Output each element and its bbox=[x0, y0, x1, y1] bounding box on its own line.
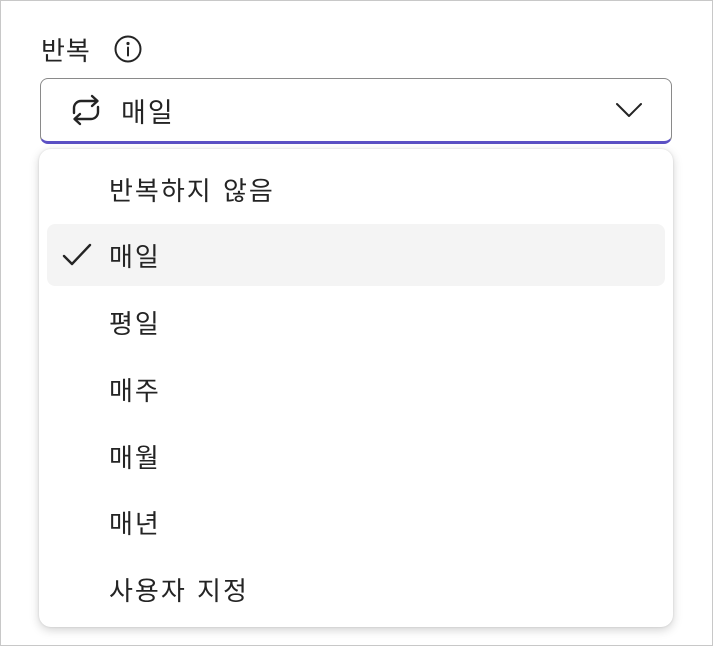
option-no-repeat[interactable]: 반복하지 않음 bbox=[47, 158, 665, 220]
option-label: 매월 bbox=[109, 444, 161, 474]
checkmark-icon bbox=[61, 241, 93, 269]
option-daily[interactable]: 매일 bbox=[47, 224, 665, 286]
option-custom[interactable]: 사용자 지정 bbox=[47, 558, 665, 620]
option-monthly[interactable]: 매월 bbox=[47, 425, 665, 487]
option-yearly[interactable]: 매년 bbox=[47, 491, 665, 553]
dropdown-selected-value: 매일 bbox=[121, 98, 175, 129]
option-label: 매일 bbox=[109, 243, 161, 273]
option-weekly[interactable]: 매주 bbox=[47, 358, 665, 420]
option-label: 사용자 지정 bbox=[109, 577, 249, 607]
info-icon[interactable] bbox=[113, 34, 143, 64]
repeat-icon bbox=[68, 93, 104, 127]
option-label: 매주 bbox=[109, 377, 161, 407]
repeat-dropdown[interactable]: 매일 bbox=[40, 78, 672, 144]
option-label: 매년 bbox=[109, 510, 161, 540]
option-label: 반복하지 않음 bbox=[109, 177, 275, 207]
chevron-down-icon[interactable] bbox=[615, 101, 643, 119]
option-label: 평일 bbox=[109, 310, 161, 340]
window-frame: 반복 매일 반복하지 않음 매일 평일 매주 매월 매년 사용자 지정 bbox=[0, 0, 713, 646]
option-weekdays[interactable]: 평일 bbox=[47, 291, 665, 353]
field-label-row: 반복 bbox=[41, 29, 143, 69]
repeat-field-label: 반복 bbox=[41, 36, 91, 67]
repeat-options-listbox: 반복하지 않음 매일 평일 매주 매월 매년 사용자 지정 bbox=[39, 149, 673, 627]
